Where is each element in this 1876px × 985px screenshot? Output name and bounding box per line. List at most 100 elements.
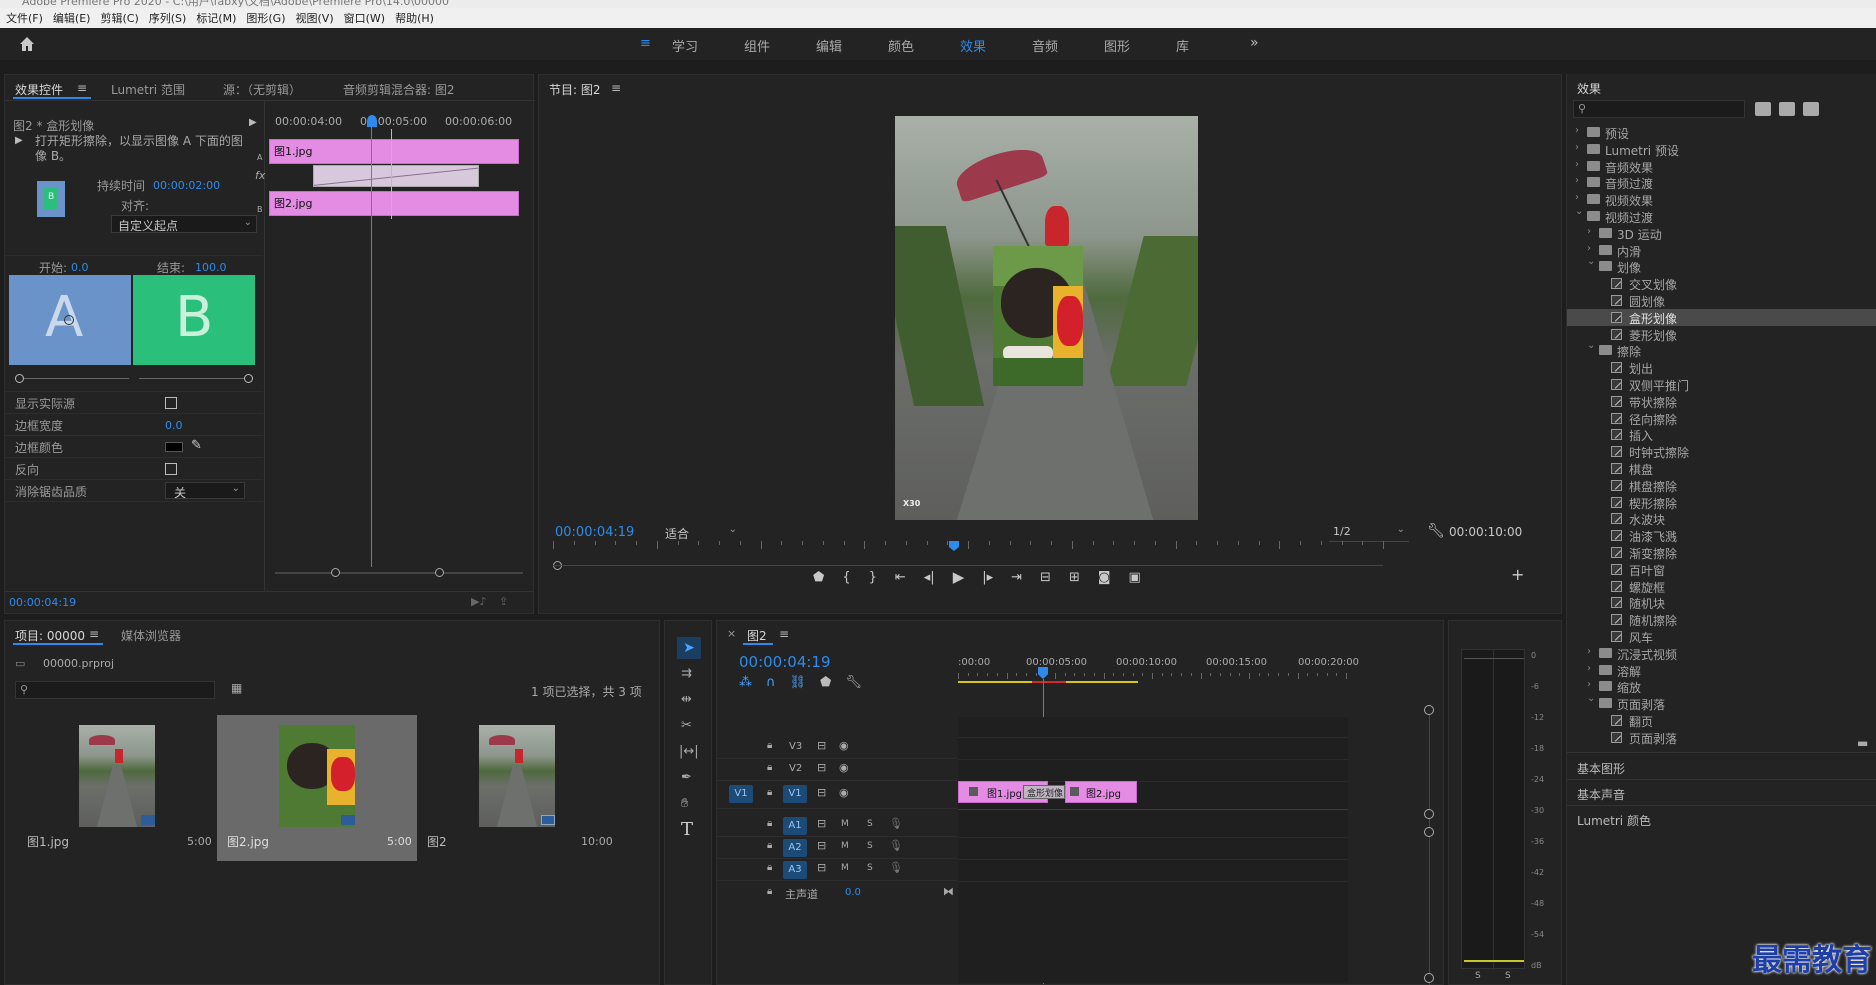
microphone-icon[interactable]: 🎙︎ [889, 817, 903, 830]
sync-lock-icon[interactable]: ⊟ [817, 817, 826, 830]
hand-tool-icon[interactable]: ✋︎ [681, 797, 688, 810]
chevron-right-icon[interactable]: › [1587, 226, 1591, 237]
timeline-ruler[interactable]: :00:00 00:00:05:00 00:00:10:00 00:00:15:… [958, 655, 1359, 685]
selection-tool-icon[interactable]: ➤ [677, 637, 701, 659]
timeline-transition[interactable]: 盒形划像 [1023, 785, 1065, 799]
workspace-tab[interactable]: 音频 [1032, 36, 1104, 55]
menu-item[interactable]: 剪辑(C) [100, 10, 138, 26]
go-to-out-icon[interactable]: ⇥ [1011, 570, 1022, 585]
effects-item[interactable]: 插入 [1567, 426, 1876, 443]
effects-item[interactable]: 风车 [1567, 628, 1876, 645]
sequence-tab[interactable]: 图2 [747, 627, 767, 644]
timeline-vscroll[interactable] [1424, 705, 1436, 985]
source-patch-v1[interactable]: V1 [729, 785, 753, 803]
lock-icon[interactable]: 🔒︎ [767, 840, 772, 851]
timeline-settings-icon[interactable]: 🔧︎ [845, 675, 862, 690]
workspace-tab[interactable]: 图形 [1104, 36, 1176, 55]
lift-icon[interactable]: ⊟ [1040, 570, 1051, 585]
comparison-view-icon[interactable]: ▣ [1128, 570, 1140, 585]
play-audio-icon[interactable]: ▶♪ [471, 595, 486, 608]
effects-item[interactable]: 棋盘擦除 [1567, 477, 1876, 494]
clip-a[interactable]: 图1.jpg [269, 139, 519, 164]
close-icon[interactable]: × [727, 627, 736, 640]
workspace-menu-icon[interactable]: ≡ [640, 36, 651, 51]
menu-item[interactable]: 图形(G) [246, 10, 285, 26]
antialias-select[interactable]: 关 ⌄ [165, 482, 245, 500]
eye-icon[interactable]: ◉ [839, 739, 849, 752]
effects-folder[interactable]: › 视频效果 [1567, 191, 1876, 208]
effects-item[interactable]: 渐变擦除 [1567, 544, 1876, 561]
lock-icon[interactable]: 🔒︎ [767, 787, 772, 798]
section-lumetri-color[interactable]: Lumetri 颜色 [1567, 806, 1876, 832]
effects-item[interactable]: 双侧平推门 [1567, 376, 1876, 393]
start-value[interactable]: 0.0 [71, 261, 89, 274]
project-item[interactable]: 图1.jpg 5:00 [17, 717, 217, 857]
chevron-right-icon[interactable]: › [1587, 663, 1591, 674]
effects-item[interactable]: 棋盘 [1567, 460, 1876, 477]
effects-folder[interactable]: › 溶解 [1567, 662, 1876, 679]
mute-button[interactable]: M [841, 841, 849, 851]
go-to-in-icon[interactable]: ⇤ [895, 570, 906, 585]
solo-button[interactable]: S [867, 819, 873, 829]
tab-audio-clip-mixer[interactable]: 音频剪辑混合器: 图2 [343, 81, 455, 98]
track-target-a2[interactable]: A2 [783, 839, 807, 857]
effects-item[interactable]: 菱形划像 [1567, 326, 1876, 343]
tab-media-browser[interactable]: 媒体浏览器 [121, 627, 181, 644]
end-slider[interactable] [139, 373, 253, 385]
video-frame[interactable]: X30 [895, 116, 1198, 520]
effects-item[interactable]: 时钟式擦除 [1567, 443, 1876, 460]
lock-icon[interactable]: 🔒︎ [767, 862, 772, 873]
chevron-right-icon[interactable]: › [1575, 142, 1579, 153]
chevron-right-icon[interactable]: › [1575, 125, 1579, 136]
border-color-swatch[interactable] [165, 442, 183, 452]
menu-item[interactable]: 窗口(W) [344, 10, 385, 26]
effects-item[interactable]: 百叶窗 [1567, 561, 1876, 578]
export-icon[interactable]: ⇪ [499, 595, 508, 608]
effects-item[interactable]: 径向擦除 [1567, 410, 1876, 427]
transition-bar[interactable] [313, 165, 479, 187]
effects-folder[interactable]: › 沉浸式视频 [1567, 645, 1876, 662]
sync-lock-icon[interactable]: ⊟ [817, 861, 826, 874]
effects-folder[interactable]: ⌄ 视频过渡 [1567, 206, 1876, 225]
border-width-value[interactable]: 0.0 [165, 419, 183, 432]
tab-lumetri-scopes[interactable]: Lumetri 范围 [111, 81, 185, 98]
effects-folder[interactable]: › Lumetri 预设 [1567, 141, 1876, 158]
step-back-icon[interactable]: ◂| [924, 570, 935, 585]
timeline-timecode[interactable]: 00:00:04:19 [739, 653, 831, 671]
wrench-icon[interactable]: 🔧︎ [1427, 523, 1445, 539]
start-thumbnail[interactable]: A [9, 275, 131, 365]
lock-icon[interactable]: 🔒︎ [767, 818, 772, 829]
track-select-tool-icon[interactable]: ⇉ [681, 667, 692, 680]
menu-item[interactable]: 帮助(H) [395, 10, 434, 26]
effect-controls-timecode[interactable]: 00:00:04:19 [9, 596, 76, 609]
track-target-a1[interactable]: A1 [783, 817, 807, 835]
effects-folder[interactable]: › 预设 [1567, 124, 1876, 141]
section-essential-graphics[interactable]: 基本图形 [1567, 754, 1876, 780]
horizontal-splitter[interactable] [0, 614, 1566, 620]
ripple-edit-tool-icon[interactable]: ⇹ [681, 693, 692, 706]
section-essential-sound[interactable]: 基本声音 [1567, 780, 1876, 806]
effects-item[interactable]: 随机块 [1567, 594, 1876, 611]
menu-item[interactable]: 标记(M) [196, 10, 236, 26]
effects-item[interactable]: 随机擦除 [1567, 611, 1876, 628]
tab-menu-icon[interactable]: ≡ [89, 627, 99, 641]
extract-icon[interactable]: ⊞ [1069, 570, 1080, 585]
effects-folder[interactable]: › 音频过渡 [1567, 174, 1876, 191]
chevron-down-icon[interactable]: ⌄ [1587, 693, 1595, 704]
lock-icon[interactable]: 🔒︎ [767, 886, 772, 897]
export-frame-icon[interactable]: ◙ [1098, 570, 1111, 585]
slip-tool-icon[interactable]: |↔| [679, 745, 699, 758]
new-bin-icon[interactable] [1755, 102, 1771, 116]
mark-out-icon[interactable]: } [869, 570, 877, 585]
duration-value[interactable]: 00:00:02:00 [153, 179, 220, 192]
start-slider[interactable] [15, 373, 129, 385]
workspace-tab[interactable]: 学习 [672, 36, 744, 55]
chevron-down-icon[interactable]: ⌄ [1587, 340, 1595, 351]
new-bin-bottom-icon[interactable]: ▬ [1857, 736, 1868, 750]
fit-select[interactable]: 适合 ⌄ [661, 524, 741, 542]
master-value[interactable]: 0.0 [845, 887, 861, 898]
clip-b[interactable]: 图2.jpg [269, 191, 519, 216]
end-thumbnail[interactable]: B [133, 275, 255, 365]
meter-solo-left[interactable]: S [1475, 971, 1481, 981]
razor-tool-icon[interactable]: ✂ [681, 719, 692, 732]
